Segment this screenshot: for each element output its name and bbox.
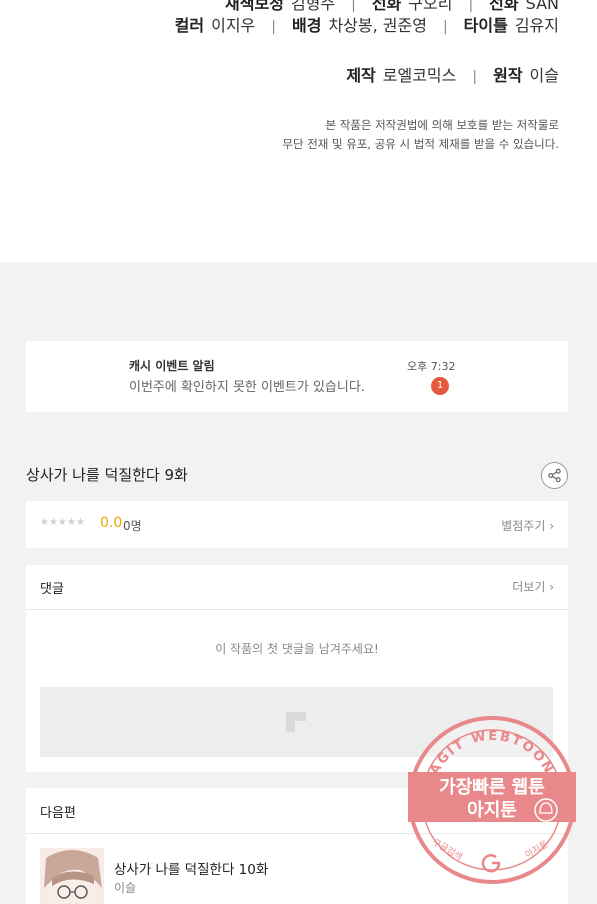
next-episode-author: 이슬 — [114, 881, 137, 895]
credit-separator: | — [271, 19, 276, 35]
comments-empty-text: 이 작품의 첫 댓글을 남겨주세요! — [215, 642, 379, 656]
credit-separator: | — [442, 19, 448, 35]
credits-section: 채색보정 김형주 | 선화 구오리 | 선화 SAN 컬러 이지우 | 배경 차… — [0, 0, 597, 262]
credit-separator: | — [472, 69, 478, 85]
notification-time: 오후 7:32 — [407, 360, 456, 373]
rating-bar: ★★★★★ 0.0 0명 별점주기 › — [26, 501, 568, 548]
rate-button[interactable]: 별점주기 › — [501, 517, 554, 534]
copyright-line: 무단 전재 및 유포, 공유 시 법적 제재를 받을 수 있습니다. — [282, 137, 559, 151]
next-episode-thumbnail[interactable] — [40, 848, 104, 904]
credit-role: 타이틀 — [463, 16, 508, 35]
credit-name: 이지우 — [211, 16, 256, 35]
comment-edit-icon — [286, 712, 306, 732]
credit-name: 차상봉, 권준영 — [328, 16, 427, 35]
rating-score: 0.0 — [100, 515, 123, 531]
credit-name: 로엘코믹스 — [382, 66, 457, 85]
notification-text: 이번주에 확인하지 못한 이벤트가 있습니다. — [129, 380, 365, 395]
copyright-notice: 본 작품은 저작권법에 의해 보호를 받는 저작물로 무단 전재 및 유포, 공… — [282, 116, 559, 154]
rating-count: 0명 — [123, 519, 142, 533]
notification-badge: 1 — [431, 377, 449, 395]
credit-name: 김유지 — [514, 16, 559, 35]
thumbnail-illustration — [40, 848, 104, 904]
credit-role: 원작 — [493, 66, 523, 85]
credit-role: 컬러 — [174, 16, 205, 35]
credit-role: 제작 — [346, 66, 376, 85]
next-episode-title[interactable]: 상사가 나를 덕질한다 10화 — [114, 858, 268, 878]
comments-header: 댓글 — [40, 582, 64, 597]
credits-row-1: 컬러 이지우 | 배경 차상봉, 권준영 | 타이틀 김유지 — [175, 12, 559, 36]
agit-webtoon-watermark: AGIT WEBTOON 가장빠른 웹툰 아지툰 구글검색 아지툰 — [408, 716, 576, 884]
divider — [26, 609, 568, 610]
credit-role: 배경 — [291, 16, 322, 35]
share-icon — [548, 468, 561, 483]
event-notification[interactable]: 캐시 이벤트 알림 이번주에 확인하지 못한 이벤트가 있습니다. 오후 7:3… — [26, 341, 568, 412]
credit-name: 이슬 — [529, 66, 559, 85]
comments-more-link[interactable]: 더보기 › — [512, 578, 554, 595]
credits-row-2: 제작 로엘코믹스 | 원작 이슬 — [346, 62, 559, 86]
watermark-line2: 아지툰 — [467, 800, 517, 821]
copyright-line: 본 작품은 저작권법에 의해 보호를 받는 저작물로 — [325, 118, 559, 132]
episode-title: 상사가 나를 덕질한다 9화 — [26, 466, 188, 484]
watermark-line1: 가장빠른 웹툰 — [439, 777, 545, 798]
share-button[interactable] — [541, 462, 568, 489]
notification-title: 캐시 이벤트 알림 — [129, 359, 215, 373]
next-episode-header: 다음편 — [40, 806, 76, 821]
rating-stars: ★★★★★ — [40, 517, 85, 528]
